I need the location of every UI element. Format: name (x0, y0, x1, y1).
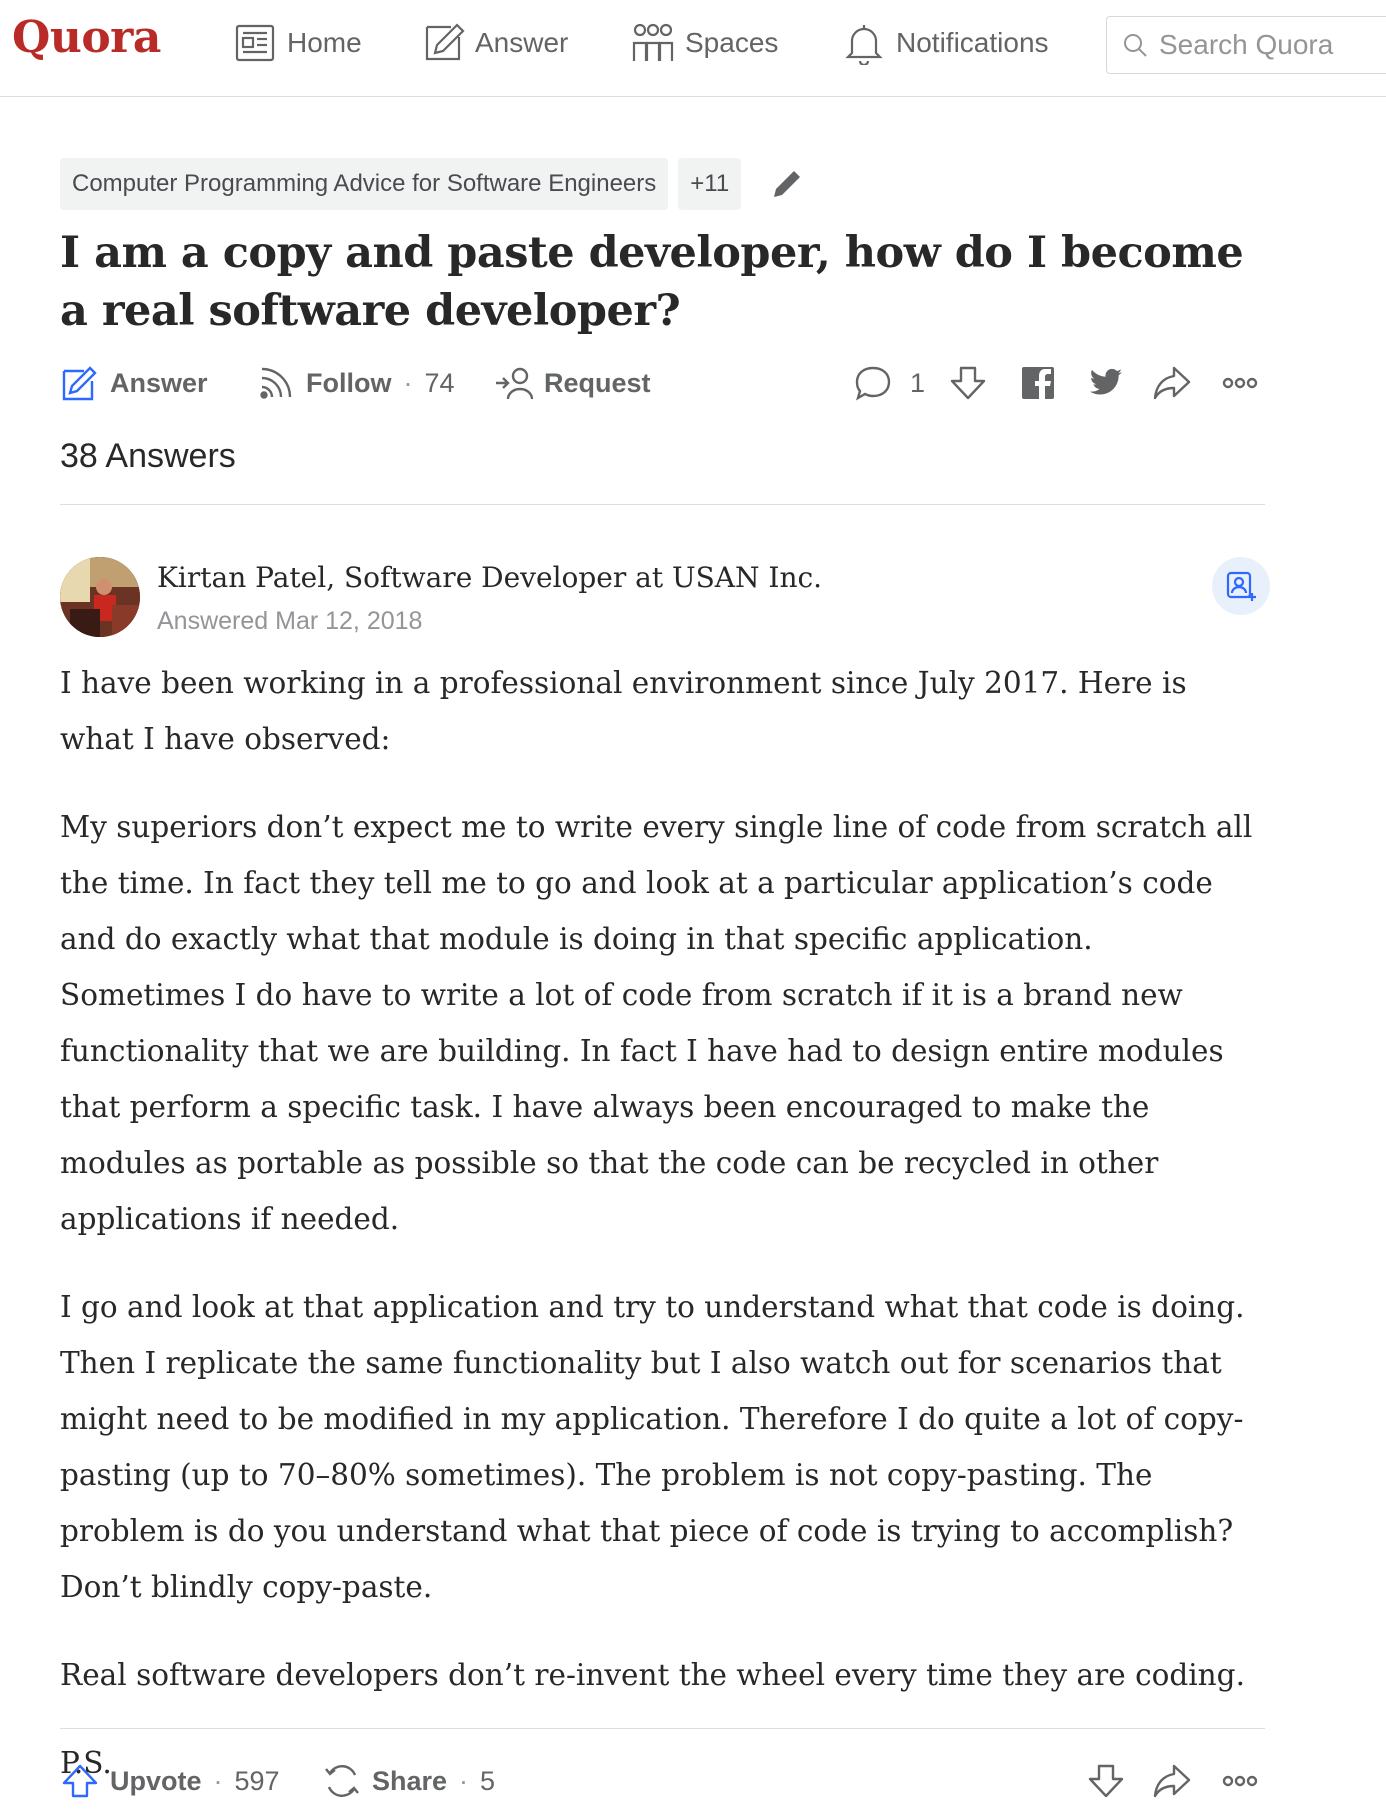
nav-spaces-label: Spaces (685, 27, 779, 58)
share-answer-button[interactable]: Share · 5 (322, 1754, 495, 1808)
answer-actions: Upvote · 597 Share · 5 (60, 1754, 1265, 1808)
more-options-button[interactable] (1220, 1761, 1260, 1801)
answer-pencil-icon (425, 23, 465, 61)
share-button[interactable] (1152, 363, 1192, 403)
upvote-label: Upvote (110, 1765, 202, 1796)
share-arrow-icon (1153, 366, 1191, 400)
answers-count: 38 Answers (60, 436, 236, 475)
more-topics-tag[interactable]: +11 (678, 158, 742, 210)
request-label: Request (544, 367, 651, 398)
downvote-answer-button[interactable] (1086, 1761, 1126, 1801)
answer-paragraph: My superiors don’t expect me to write ev… (60, 810, 1253, 1236)
add-person-icon (1226, 571, 1256, 601)
avatar-photo-icon (60, 557, 140, 637)
search-icon (1124, 34, 1147, 57)
follow-question-button[interactable]: Follow · 74 (256, 356, 455, 410)
nav-notifications-label: Notifications (896, 27, 1049, 58)
quora-logo[interactable]: Quora (12, 12, 161, 63)
answer-paragraph: I have been working in a professional en… (60, 666, 1187, 756)
author-name[interactable]: Kirtan Patel, Software Developer at USAN… (157, 561, 822, 594)
nav-home-label: Home (287, 27, 362, 58)
downvote-arrow-icon (1088, 1764, 1124, 1798)
answer-author: Kirtan Patel, Software Developer at USAN… (60, 557, 1270, 657)
upvote-arrow-icon (62, 1764, 98, 1798)
question-actions: Answer Follow · 74 Request 1 (60, 356, 1265, 410)
home-icon (235, 24, 275, 62)
divider (60, 1728, 1265, 1729)
separator-dot: · (403, 367, 413, 398)
answer-paragraph: Real software developers don’t re-invent… (60, 1658, 1245, 1692)
answer-date[interactable]: Answered Mar 12, 2018 (157, 607, 422, 636)
comment-button[interactable] (853, 363, 893, 403)
twitter-bird-icon (1090, 368, 1122, 395)
search-box[interactable] (1106, 16, 1386, 74)
follow-count: 74 (424, 367, 455, 398)
share-count: 5 (480, 1765, 496, 1796)
answer-paragraph: I go and look at that application and tr… (60, 1290, 1245, 1604)
downvote-question-button[interactable] (948, 363, 988, 403)
answer-body: I have been working in a professional en… (60, 655, 1265, 1791)
nav-home[interactable]: Home (233, 18, 362, 68)
request-answer-button[interactable]: Request (494, 356, 651, 410)
main-content: Computer Programming Advice for Software… (60, 158, 1270, 1818)
separator-dot: · (213, 1765, 223, 1796)
bell-icon (845, 25, 883, 65)
nav-notifications[interactable]: Notifications (842, 18, 1049, 68)
edit-topics-button[interactable] (769, 166, 805, 202)
topic-tag[interactable]: Computer Programming Advice for Software… (60, 158, 669, 210)
separator-dot: · (459, 1765, 469, 1796)
share-answer-icon-button[interactable] (1152, 1761, 1192, 1801)
share-facebook-button[interactable] (1018, 363, 1058, 403)
downvote-arrow-icon (950, 366, 986, 400)
spaces-icon (632, 23, 674, 61)
upvote-count: 597 (234, 1765, 280, 1796)
pencil-icon (774, 171, 801, 197)
comment-count: 1 (910, 367, 926, 398)
more-dots-icon (1222, 1775, 1258, 1787)
share-twitter-button[interactable] (1085, 363, 1125, 403)
top-navigation: Quora Home Answer Spaces Notifications S… (0, 0, 1386, 97)
request-person-icon (496, 367, 534, 400)
follow-label: Follow (306, 367, 392, 398)
nav-answer-label: Answer (475, 27, 569, 58)
more-dots-icon (1222, 377, 1258, 389)
facebook-icon (1022, 367, 1054, 399)
share-arrow-icon (1153, 1764, 1191, 1798)
question-title[interactable]: I am a copy and paste developer, how do … (60, 224, 1265, 340)
follow-author-button[interactable] (1212, 557, 1270, 615)
share-cycle-icon (325, 1765, 359, 1797)
nav-answer[interactable]: Answer (421, 18, 568, 68)
answer-question-button[interactable]: Answer (60, 356, 208, 410)
avatar[interactable] (60, 557, 140, 637)
upvote-button[interactable]: Upvote · 597 (60, 1754, 280, 1808)
share-label: Share (372, 1765, 448, 1796)
nav-spaces[interactable]: Spaces (631, 18, 778, 68)
topic-tags: Computer Programming Advice for Software… (60, 158, 1265, 210)
answer-pencil-icon (62, 366, 97, 401)
answer-label: Answer (110, 367, 208, 398)
follow-rss-icon (260, 367, 292, 399)
comment-bubble-icon (855, 366, 891, 401)
more-options-button[interactable] (1220, 363, 1260, 403)
search-input[interactable] (1159, 29, 1386, 61)
divider (60, 504, 1265, 505)
